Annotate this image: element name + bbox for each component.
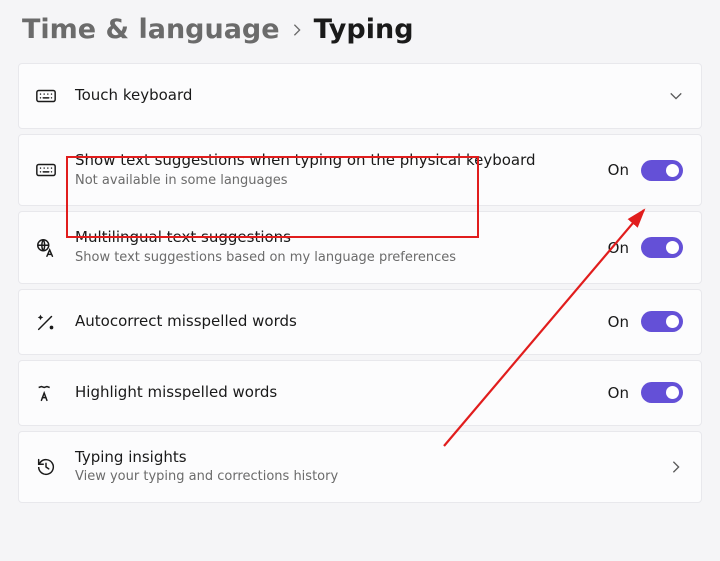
toggle-state-label: On (608, 313, 629, 331)
chevron-right-icon (290, 23, 304, 37)
breadcrumb: Time & language Typing (18, 14, 702, 45)
globe-language-icon (35, 237, 57, 259)
highlight-misspelled-row: Highlight misspelled words On (18, 360, 702, 426)
toggle-state-label: On (608, 161, 629, 179)
multilingual-toggle[interactable] (641, 237, 683, 258)
toggle-state-label: On (608, 384, 629, 402)
autocorrect-title: Autocorrect misspelled words (75, 312, 590, 332)
show-text-suggestions-title: Show text suggestions when typing on the… (75, 151, 590, 171)
multilingual-title: Multilingual text suggestions (75, 228, 590, 248)
magic-wand-icon (35, 311, 57, 333)
touch-keyboard-title: Touch keyboard (75, 86, 651, 106)
show-text-suggestions-subtitle: Not available in some languages (75, 173, 590, 190)
typing-insights-title: Typing insights (75, 448, 651, 468)
typing-insights-row[interactable]: Typing insights View your typing and cor… (18, 431, 702, 503)
touch-keyboard-row[interactable]: Touch keyboard (18, 63, 702, 129)
history-icon (35, 456, 57, 478)
breadcrumb-parent-link[interactable]: Time & language (22, 14, 280, 45)
multilingual-suggestions-row: Multilingual text suggestions Show text … (18, 211, 702, 283)
highlight-toggle[interactable] (641, 382, 683, 403)
spellcheck-icon (35, 382, 57, 404)
page-title: Typing (314, 14, 414, 45)
keyboard-icon (35, 159, 57, 181)
highlight-title: Highlight misspelled words (75, 383, 590, 403)
chevron-down-icon (669, 89, 683, 103)
autocorrect-toggle[interactable] (641, 311, 683, 332)
keyboard-icon (35, 85, 57, 107)
show-text-suggestions-toggle[interactable] (641, 160, 683, 181)
toggle-state-label: On (608, 239, 629, 257)
settings-list: Touch keyboard Show text suggestions whe… (18, 63, 702, 503)
typing-insights-subtitle: View your typing and corrections history (75, 469, 651, 486)
multilingual-subtitle: Show text suggestions based on my langua… (75, 250, 590, 267)
show-text-suggestions-row: Show text suggestions when typing on the… (18, 134, 702, 206)
autocorrect-row: Autocorrect misspelled words On (18, 289, 702, 355)
chevron-right-icon (669, 460, 683, 474)
